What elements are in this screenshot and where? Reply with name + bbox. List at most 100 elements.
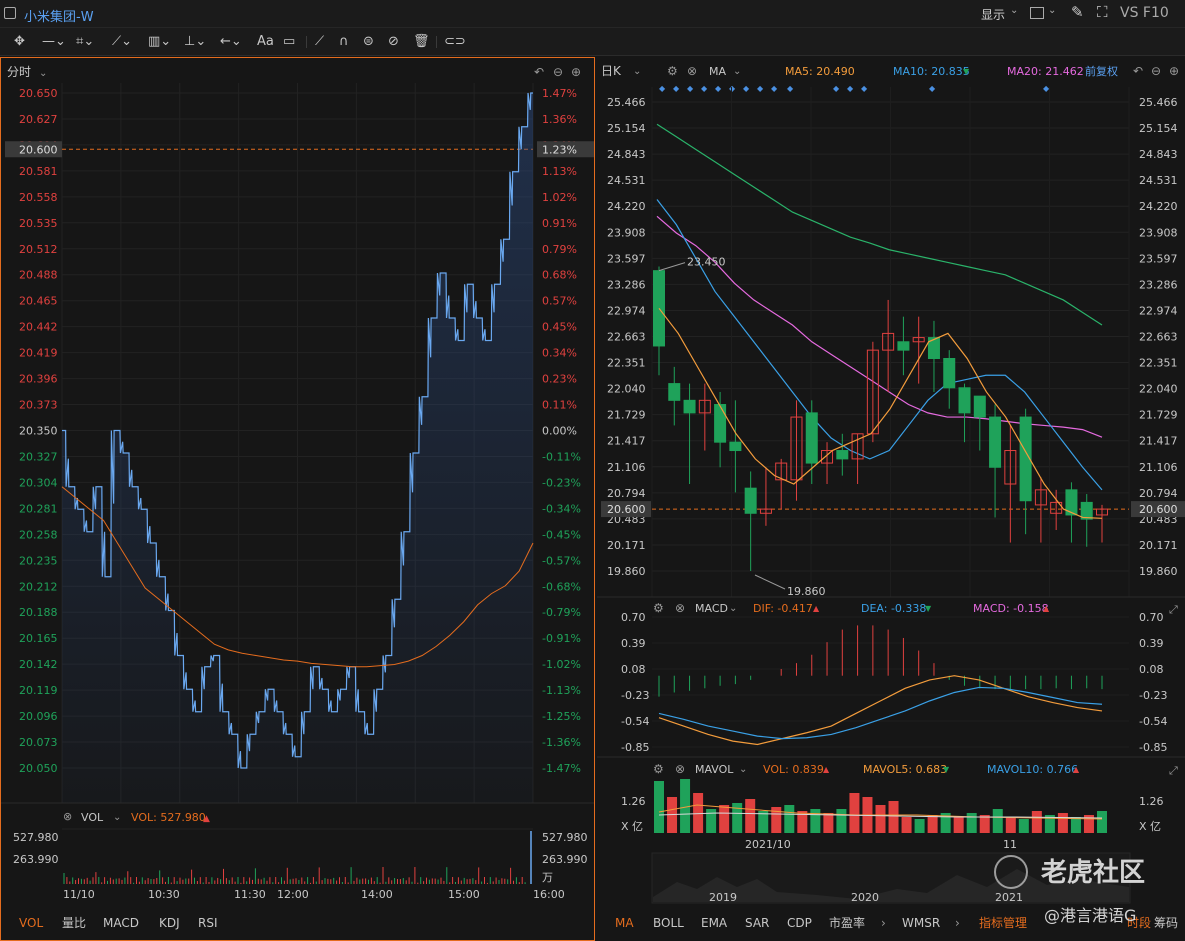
price-tick-label: 20.650	[19, 87, 58, 100]
ma10-line	[656, 199, 1103, 491]
price-tick-label: 22.974	[1139, 304, 1178, 317]
kline-tab-3: SAR	[745, 916, 769, 930]
time-tick-label: 11/10	[63, 888, 95, 901]
volume-bar	[680, 779, 691, 833]
pct-tick-label: 0.45%	[542, 321, 577, 334]
up-arrow-icon: ▲	[813, 604, 820, 613]
price-tick-label: 20.558	[19, 191, 58, 204]
price-tick-label: 25.154	[1139, 122, 1178, 135]
trash-icon[interactable]: 🗑	[413, 33, 430, 51]
price-tick-label: 21.106	[1139, 461, 1178, 474]
comment-tool-icon[interactable]: ▭	[283, 33, 295, 51]
chevron-down-icon[interactable]: ⌄	[1048, 5, 1056, 16]
candle-body	[1080, 501, 1093, 520]
volume-bar	[836, 809, 847, 833]
price-tick-label: 20.119	[19, 684, 58, 697]
price-tick-label: 24.531	[1139, 174, 1178, 187]
gear-icon: ⚙	[653, 762, 664, 776]
price-tick-label: 24.843	[1139, 148, 1178, 161]
close-icon: ⊗	[675, 601, 685, 615]
vol-value: VOL: 527.980	[131, 811, 206, 824]
chart-tool-icon[interactable]: ▥⌄	[148, 33, 171, 51]
candle-body	[668, 383, 681, 401]
pen-icon[interactable]: ✎	[1071, 3, 1084, 21]
price-tick-label: 22.351	[607, 357, 646, 370]
gear-icon: ⚙	[667, 64, 678, 78]
volume-bar	[823, 813, 834, 833]
overview-year-label: 2019	[709, 891, 737, 904]
event-marker-icon: ◆	[659, 84, 666, 93]
ma20-label: MA20: 21.462	[1007, 65, 1084, 78]
crop-tool-icon[interactable]: ⌗⌄	[76, 33, 94, 51]
price-tick-label: 20.327	[19, 450, 58, 463]
price-tick-label: 20.465	[19, 295, 58, 308]
pct-tick-label: 1.47%	[542, 87, 577, 100]
magnet-icon[interactable]: ∩	[339, 33, 349, 51]
price-tick-label: 21.417	[607, 435, 646, 448]
current-price-label: 20.600	[19, 143, 58, 156]
chevron-down-icon: ⌄	[633, 66, 641, 77]
price-tick-label: 25.154	[607, 122, 646, 135]
kline-tab-6: WMSR	[902, 916, 940, 930]
pct-tick-label: -1.13%	[542, 684, 581, 697]
compare-f10-tools[interactable]: VS F10	[1120, 5, 1169, 21]
volume-bar	[888, 801, 899, 833]
pct-tick-label: 1.02%	[542, 191, 577, 204]
price-tick-label: 20.281	[19, 502, 58, 515]
candle-body	[973, 395, 986, 418]
fullscreen-icon[interactable]: ⛶	[1097, 3, 1108, 21]
app-title[interactable]: 小米集团-W	[24, 6, 94, 25]
price-tick-label: 23.597	[607, 252, 646, 265]
vol-tick-label: 527.980	[13, 831, 59, 844]
price-tick-label: 20.488	[19, 269, 58, 282]
macd-tick-label: 0.08	[621, 663, 646, 676]
macd-label: MACD	[695, 602, 728, 615]
hide-icon[interactable]: ⊘	[388, 33, 399, 51]
display-menu[interactable]: 显示	[981, 6, 1005, 23]
title-bar: 小米集团-W 显示 ⌄ ⌄ ✎ ⛶ VS F10	[0, 0, 1185, 28]
chevron-down-icon[interactable]: ⌄	[1010, 5, 1018, 16]
price-tick-label: 20.171	[1139, 539, 1178, 552]
measure-tool-icon[interactable]: ⊥⌄	[184, 33, 206, 51]
price-tick-label: 21.417	[1139, 435, 1178, 448]
layout-icon[interactable]	[1030, 7, 1044, 19]
pct-tick-label: 0.91%	[542, 217, 577, 230]
price-tick-label: 20.050	[19, 762, 58, 775]
leader-line	[754, 574, 786, 590]
kline-tab-4: CDP	[787, 916, 812, 930]
price-tick-label: 23.908	[607, 226, 646, 239]
polyline-tool-icon[interactable]: ⟋⌄	[112, 33, 132, 51]
vol-value-label: VOL: 0.839	[763, 763, 824, 776]
timeshare-chart[interactable]: 分时⌄↶⊖⊕20.6501.47%20.6271.36%20.6041.24%2…	[1, 58, 594, 940]
kline-chart[interactable]: 日K ⌄ ⚙ ⊗ MA ⌄ MA5: 20.490 MA10: 20.835▼ MA20: 21…	[597, 57, 1185, 941]
time-tick-label: 10:30	[148, 888, 180, 901]
vol-tick-label: 1.26	[1139, 795, 1164, 808]
kline-tab-0: MA	[615, 916, 634, 930]
volume-bar	[810, 809, 821, 833]
line-tool-icon[interactable]: —⌄	[42, 33, 66, 51]
price-tick-label: 19.860	[607, 565, 646, 578]
text-tool-icon[interactable]: Aa	[257, 33, 274, 51]
eraser-icon[interactable]: ⟋	[315, 33, 324, 51]
price-tick-label: 20.627	[19, 113, 58, 126]
volume-bar	[1057, 813, 1068, 833]
ma20-line	[656, 215, 1103, 438]
arrow-tool-icon[interactable]: ←⌄	[220, 33, 242, 51]
move-icon[interactable]: ✥	[14, 33, 25, 51]
mavol-label: MAVOL	[695, 763, 734, 776]
eye-icon[interactable]: ⊜	[363, 33, 374, 51]
volume-bar	[693, 793, 704, 833]
event-marker-icon: ◆	[861, 84, 868, 93]
link-icon[interactable]: ⊂⊃	[444, 33, 466, 51]
pct-tick-label: -0.34%	[542, 502, 581, 515]
pct-tick-label: 0.79%	[542, 243, 577, 256]
price-tick-label: 24.220	[1139, 200, 1178, 213]
window-icon[interactable]	[4, 7, 16, 19]
event-marker-icon: ◆	[757, 84, 764, 93]
price-tick-label: 20.419	[19, 347, 58, 360]
vol-tick-label: 263.990	[542, 853, 588, 866]
price-tick-label: 20.512	[19, 243, 58, 256]
candle-body	[958, 387, 971, 414]
macd-tick-label: 0.70	[621, 611, 646, 624]
vol-tick-label: X 亿	[621, 820, 643, 833]
